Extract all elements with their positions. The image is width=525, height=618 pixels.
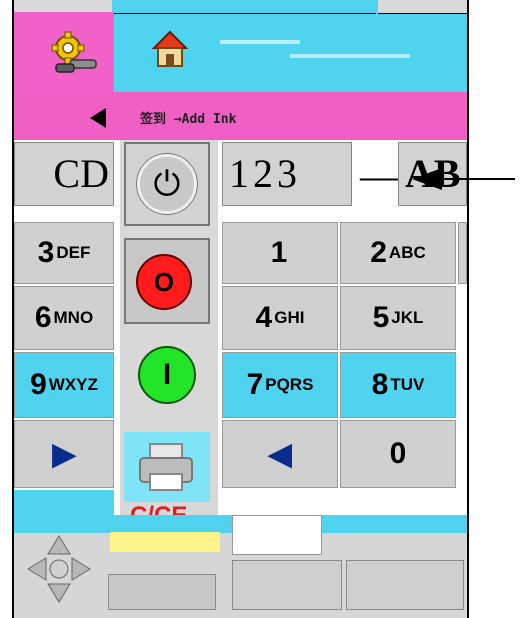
key-9[interactable]: 9 WXYZ [14,352,114,418]
key-left-arrow[interactable]: ◀ [222,420,338,488]
key-4[interactable]: 4 GHI [222,286,338,350]
toolbar-stripe [220,40,300,44]
frame-right [467,0,469,618]
key-5[interactable]: 5 JKL [340,286,456,350]
off-button[interactable]: O [124,238,210,324]
breadcrumb: 签到 →Add Ink [140,112,237,127]
bottom-button[interactable] [232,560,342,610]
bottom-field[interactable] [232,515,322,555]
display-left: CD [14,142,114,206]
key-strip [14,490,114,515]
key-right-arrow[interactable]: ▶ [14,420,114,488]
power-icon: ⏻ [137,154,197,214]
toolbar-tab[interactable] [378,0,467,14]
on-button[interactable]: I [124,336,210,422]
key-7[interactable]: 7 PQRS [222,352,338,418]
power-button[interactable]: ⏻ [124,142,210,226]
printer-button[interactable] [124,432,210,502]
gear-icon[interactable] [48,30,100,74]
key-0[interactable]: 0 [340,420,456,488]
pointer-arrow-icon [440,178,515,180]
bottom-button[interactable] [108,574,216,610]
breadcrumb-bar [14,92,467,140]
toolbar-tab[interactable] [114,0,376,14]
key-2[interactable]: 2 ABC [340,222,456,284]
pointer-arrow-head [412,168,442,190]
key-6[interactable]: 6 MNO [14,286,114,350]
home-icon[interactable] [151,30,189,68]
key-8[interactable]: 8 TUV [340,352,456,418]
back-arrow-icon[interactable] [90,108,106,128]
on-icon: I [138,346,196,404]
display-separator: — [360,153,400,198]
key-1[interactable]: 1 [222,222,338,284]
key-edge [458,222,467,284]
display-number[interactable]: 123 [222,142,352,206]
key-3[interactable]: 3 DEF [14,222,114,284]
toolbar-stripe [290,54,410,58]
off-icon: O [136,254,192,310]
bottom-highlight [110,532,220,552]
printer-icon [139,443,193,491]
bottom-button[interactable] [346,560,464,610]
dpad-icon[interactable] [24,532,94,606]
